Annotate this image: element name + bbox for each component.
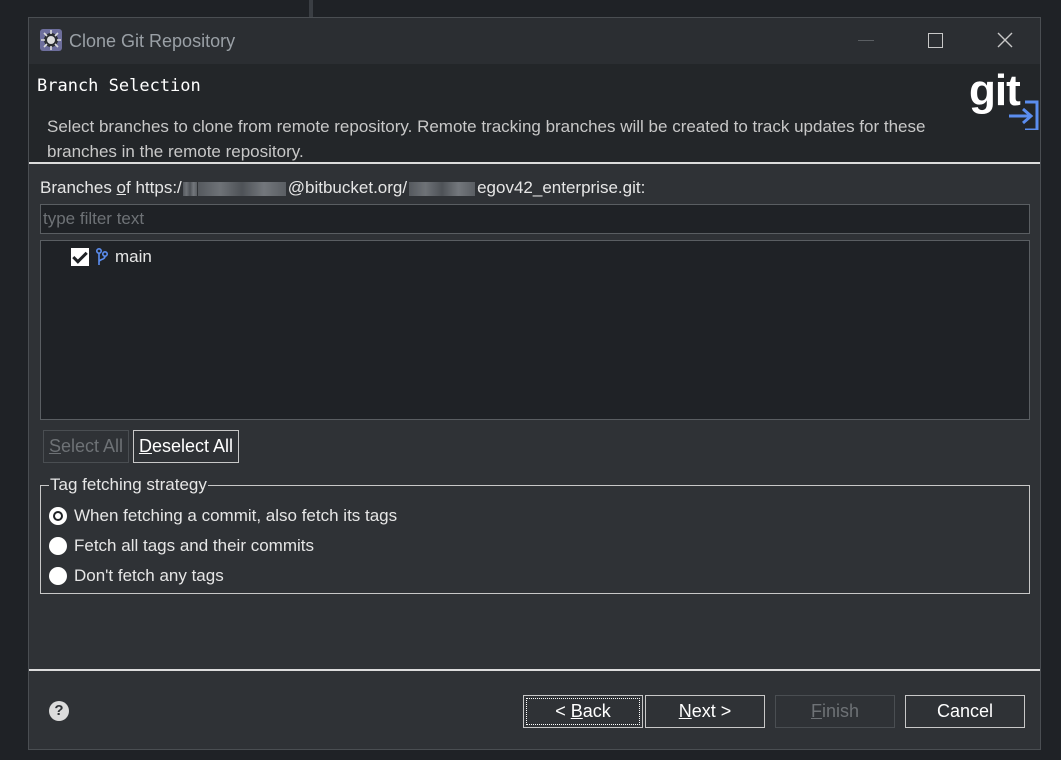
clone-git-repository-dialog: Clone Git Repository Branch Selection Se… [28, 17, 1041, 750]
radio-label: When fetching a commit, also fetch its t… [74, 506, 398, 525]
branches-label: Branches of https:/@bitbucket.org/egov42… [40, 178, 646, 197]
select-all-button[interactable]: Select All [43, 430, 129, 463]
branch-list[interactable]: main [40, 240, 1030, 420]
header-separator [29, 162, 1040, 164]
redacted-workspace [409, 181, 476, 196]
tag-fetching-strategy-group: Tag fetching strategy When fetching a co… [40, 475, 1030, 594]
branch-label: main [115, 247, 152, 266]
footer-separator [29, 669, 1040, 671]
radio-button[interactable] [49, 507, 67, 525]
branch-checkbox[interactable] [71, 248, 89, 266]
import-arrow-icon [1009, 100, 1039, 130]
back-button[interactable]: < Back [523, 695, 643, 728]
eclipse-app-icon [40, 29, 62, 51]
cancel-button[interactable]: Cancel [905, 695, 1025, 728]
help-icon[interactable]: ? [49, 701, 69, 721]
next-button[interactable]: Next > [645, 695, 765, 728]
close-button[interactable] [975, 18, 1035, 64]
title-bar[interactable]: Clone Git Repository [29, 18, 1040, 64]
git-logo: git [969, 66, 1041, 130]
radio-button[interactable] [49, 537, 67, 555]
radio-no-tags[interactable]: Don't fetch any tags [49, 564, 224, 588]
deselect-all-button[interactable]: Deselect All [133, 430, 239, 463]
radio-button[interactable] [49, 567, 67, 585]
page-description: Select branches to clone from remote rep… [47, 117, 926, 161]
branch-item-main[interactable]: main [71, 246, 152, 268]
maximize-button[interactable] [905, 18, 965, 64]
close-icon [997, 32, 1013, 48]
window-title: Clone Git Repository [69, 31, 236, 51]
radio-label: Fetch all tags and their commits [74, 536, 314, 555]
git-branch-icon [96, 248, 109, 265]
group-title: Tag fetching strategy [49, 475, 208, 495]
radio-fetch-commit-tags[interactable]: When fetching a commit, also fetch its t… [49, 504, 397, 528]
page-title: Branch Selection [37, 76, 201, 96]
radio-fetch-all-tags[interactable]: Fetch all tags and their commits [49, 534, 314, 558]
background-divider [309, 0, 313, 18]
minimize-button[interactable] [834, 18, 894, 64]
wizard-header: Branch Selection Select branches to clon… [29, 64, 1040, 162]
redacted-username [197, 181, 286, 196]
radio-label: Don't fetch any tags [74, 566, 224, 585]
redacted-username [182, 181, 197, 196]
branch-filter-input[interactable] [40, 204, 1030, 234]
finish-button[interactable]: Finish [775, 695, 895, 728]
